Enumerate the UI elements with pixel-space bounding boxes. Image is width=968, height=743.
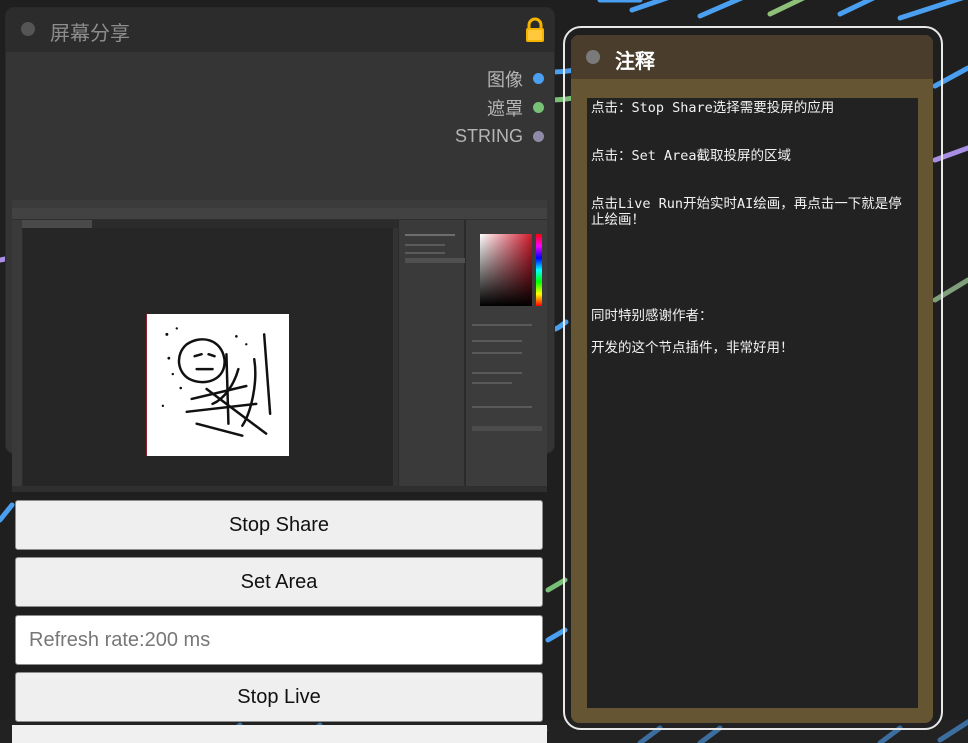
- lock-icon[interactable]: [524, 17, 546, 43]
- preview-options-bar: [12, 208, 547, 220]
- stop-share-button[interactable]: Stop Share: [15, 500, 543, 550]
- node-bottom-edge: [12, 725, 547, 743]
- output-image[interactable]: 图像: [455, 64, 544, 93]
- note-node[interactable]: 注释 点击：Stop Share选择需要投屏的应用 点击：Set Area截取投…: [571, 35, 933, 723]
- note-line: 开发的这个节点插件，非常好用！: [591, 340, 794, 356]
- preview-color-picker: [480, 234, 532, 306]
- screen-preview: [12, 200, 547, 492]
- note-line: 点击Live Run开始实时AI绘画，再点击一下就是停止绘画！: [591, 196, 902, 228]
- output-connector-icon[interactable]: [533, 73, 544, 84]
- output-string[interactable]: STRING: [455, 122, 544, 151]
- note-line: 点击：Set Area截取投屏的区域: [591, 148, 792, 164]
- output-label: 图像: [487, 69, 523, 90]
- output-connector-icon[interactable]: [533, 131, 544, 142]
- stop-live-button[interactable]: Stop Live: [15, 672, 543, 722]
- preview-tab: [22, 220, 92, 228]
- preview-canvas-area: [23, 228, 393, 486]
- node-title: 屏幕分享: [50, 23, 130, 45]
- preview-toolbar: [12, 220, 22, 488]
- preview-menubar: [12, 200, 547, 208]
- preview-hue-slider: [536, 234, 542, 306]
- node-title-bar[interactable]: 屏幕分享: [6, 8, 554, 52]
- note-line: 同时特别感谢作者：: [591, 308, 713, 324]
- collapse-dot-icon[interactable]: [21, 22, 35, 36]
- note-title: 注释: [615, 51, 655, 73]
- output-label: STRING: [454, 126, 523, 146]
- set-area-button[interactable]: Set Area: [15, 557, 543, 607]
- note-title-bar[interactable]: 注释: [571, 35, 933, 79]
- output-slots: 图像 遮罩 STRING: [455, 64, 544, 151]
- preview-properties-panel: [465, 220, 547, 488]
- preview-sketch: [146, 314, 289, 456]
- output-label: 遮罩: [487, 98, 523, 119]
- note-line: 点击：Stop Share选择需要投屏的应用: [591, 100, 835, 116]
- preview-history-panel: [398, 220, 471, 488]
- output-connector-icon[interactable]: [533, 102, 544, 113]
- preview-status-bar: [12, 486, 547, 492]
- refresh-rate-input[interactable]: [15, 615, 543, 665]
- output-mask[interactable]: 遮罩: [455, 93, 544, 122]
- note-textarea[interactable]: 点击：Stop Share选择需要投屏的应用 点击：Set Area截取投屏的区…: [587, 98, 918, 708]
- collapse-dot-icon[interactable]: [586, 50, 600, 64]
